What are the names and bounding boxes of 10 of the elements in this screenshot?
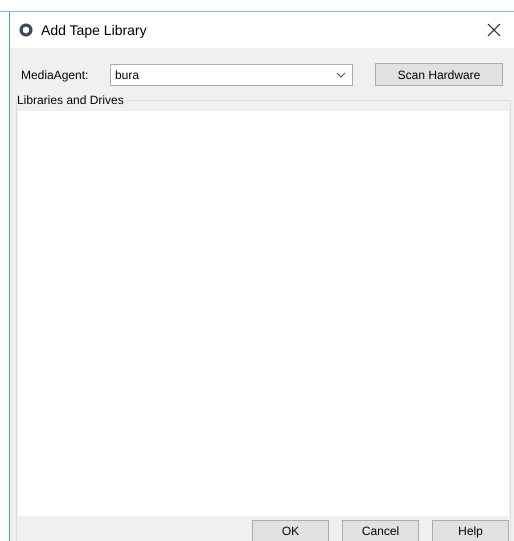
dialog-button[interactable]: OK — [252, 520, 329, 541]
dialog-button[interactable]: Help — [432, 520, 509, 541]
chevron-down-icon — [336, 72, 346, 78]
field-label: MediaAgent: — [21, 66, 90, 84]
close-button[interactable] — [486, 22, 502, 38]
app-icon — [19, 23, 33, 37]
dialog-button[interactable]: Cancel — [342, 520, 419, 541]
media-agent-combobox[interactable]: bura — [110, 64, 353, 86]
window-title: Add Tape Library — [41, 20, 147, 40]
scan-hardware-button[interactable]: Scan Hardware — [375, 63, 503, 86]
